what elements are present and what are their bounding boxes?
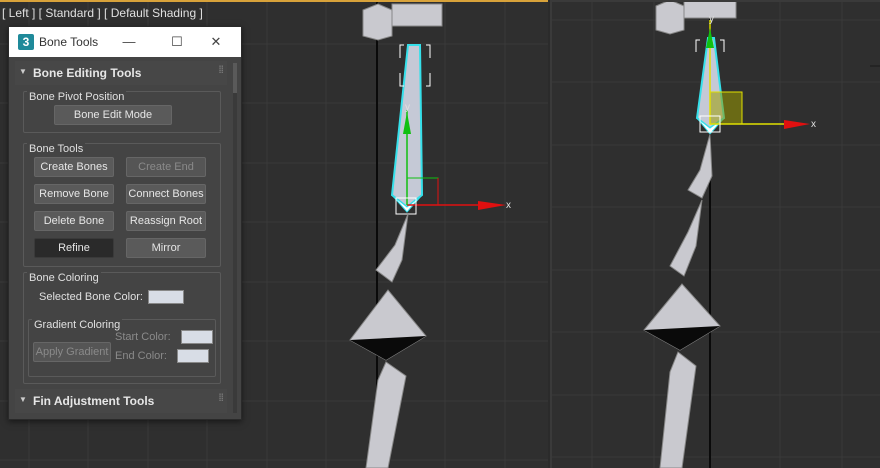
gizmo-y-label-left: y: [405, 102, 410, 113]
refine-button[interactable]: Refine: [34, 238, 114, 258]
rollout-fin-adjustment-tools[interactable]: ▼ Fin Adjustment Tools ⁞⁞: [15, 389, 227, 413]
selected-bone-color-swatch[interactable]: [148, 290, 184, 304]
collapse-triangle-icon: ▼: [19, 395, 27, 404]
gizmo-x-label-right: x: [811, 119, 816, 130]
gizmo-y-label-right: y: [709, 14, 714, 25]
active-viewport-border: [0, 0, 548, 2]
maximize-button[interactable]: ☐: [167, 32, 187, 52]
selected-bone-color-label: Selected Bone Color:: [39, 291, 143, 303]
bone-edit-mode-button[interactable]: Bone Edit Mode: [54, 105, 172, 125]
group-title: Bone Tools: [27, 143, 86, 155]
grip-icon: ⁞⁞: [218, 393, 224, 404]
delete-bone-button[interactable]: Delete Bone: [34, 211, 114, 231]
rollout-bone-editing-tools[interactable]: ▼ Bone Editing Tools ⁞⁞: [15, 61, 227, 85]
create-end-button[interactable]: Create End: [126, 157, 206, 177]
scrollbar-thumb[interactable]: [233, 63, 237, 93]
collapse-triangle-icon: ▼: [19, 67, 27, 76]
mirror-button[interactable]: Mirror: [126, 238, 206, 258]
group-title: Gradient Coloring: [32, 319, 123, 331]
viewport-label[interactable]: [ Left ] [ Standard ] [ Default Shading …: [2, 6, 203, 20]
close-button[interactable]: ✕: [206, 32, 226, 52]
bone-tools-dialog[interactable]: 3 Bone Tools — ☐ ✕ ▼ Bone Editing Tools …: [8, 26, 242, 420]
minimize-button[interactable]: —: [119, 32, 139, 52]
reassign-root-button[interactable]: Reassign Root: [126, 211, 206, 231]
viewport-right-border: [552, 0, 880, 2]
bone-tools-group: Bone Tools Create Bones Create End Remov…: [23, 143, 221, 267]
gizmo-x-label-left: x: [506, 200, 511, 211]
end-color-label: End Color:: [115, 350, 167, 362]
bone-pivot-position-group: Bone Pivot Position Bone Edit Mode: [23, 91, 221, 133]
create-bones-button[interactable]: Create Bones: [34, 157, 114, 177]
viewport-right[interactable]: y x: [550, 0, 880, 468]
end-color-swatch[interactable]: [177, 349, 209, 363]
start-color-swatch[interactable]: [181, 330, 213, 344]
viewport-right-grid: y x: [552, 0, 880, 468]
group-title: Bone Coloring: [27, 272, 101, 284]
dialog-titlebar[interactable]: 3 Bone Tools — ☐ ✕: [9, 27, 241, 57]
rollout-title: Fin Adjustment Tools: [33, 394, 155, 408]
dialog-scrollbar[interactable]: [233, 63, 237, 413]
start-color-label: Start Color:: [115, 331, 171, 343]
grip-icon: ⁞⁞: [218, 65, 224, 76]
apply-gradient-button[interactable]: Apply Gradient: [33, 342, 111, 362]
connect-bones-button[interactable]: Connect Bones: [126, 184, 206, 204]
group-title: Bone Pivot Position: [27, 91, 127, 103]
app-icon: 3: [18, 34, 34, 50]
gradient-coloring-group: Gradient Coloring Apply Gradient Start C…: [28, 319, 216, 377]
rollout-title: Bone Editing Tools: [33, 66, 142, 80]
remove-bone-button[interactable]: Remove Bone: [34, 184, 114, 204]
dialog-title: Bone Tools: [39, 35, 99, 49]
bone-coloring-group: Bone Coloring Selected Bone Color: Gradi…: [23, 272, 221, 384]
